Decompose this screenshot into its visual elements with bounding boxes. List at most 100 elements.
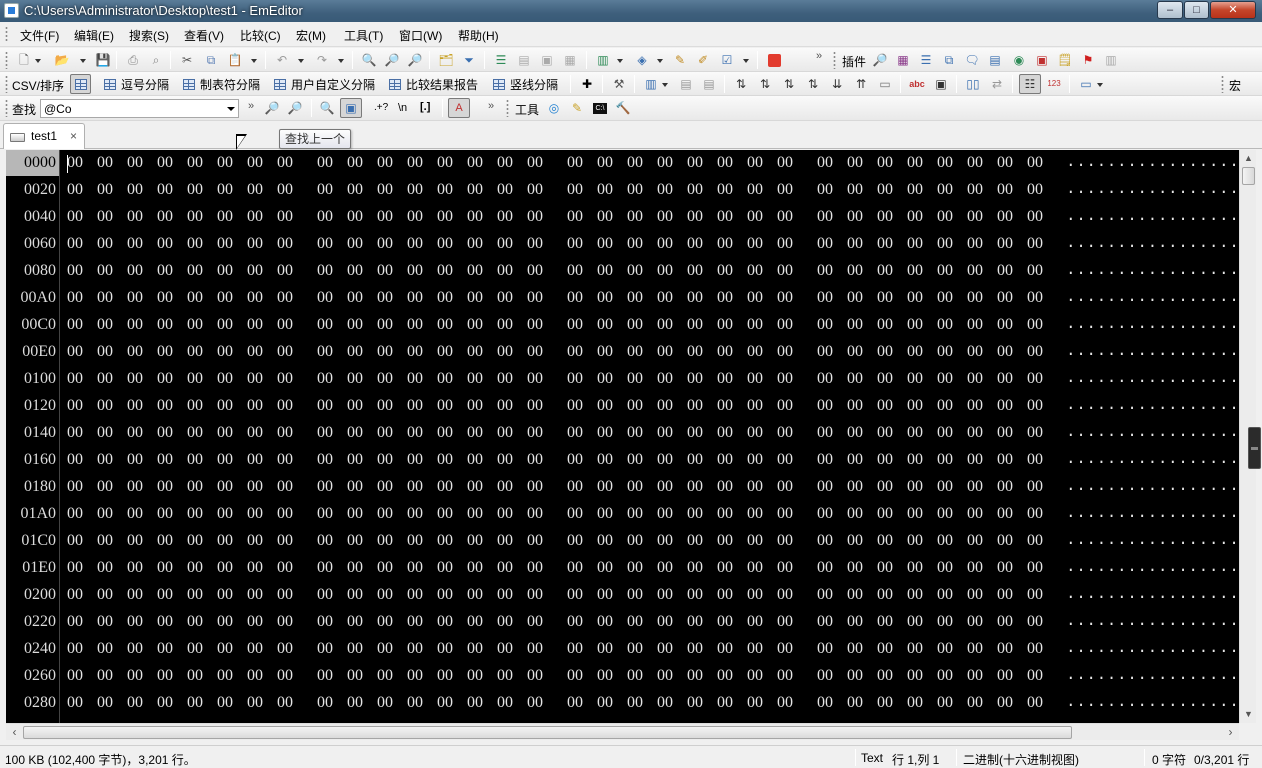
hex-byte[interactable]: 00 (937, 176, 953, 203)
sort-ascending-icon[interactable]: ⇅ (732, 75, 750, 93)
hex-byte[interactable]: 00 (97, 473, 113, 500)
hex-byte[interactable]: 00 (527, 554, 543, 581)
hex-byte[interactable]: 00 (527, 257, 543, 284)
hex-byte[interactable]: 00 (497, 662, 513, 689)
hex-byte[interactable]: 00 (377, 230, 393, 257)
app-icon[interactable] (4, 3, 19, 18)
hex-byte[interactable]: 00 (1027, 311, 1043, 338)
select-all-icon[interactable]: ▥ (594, 51, 612, 69)
hex-byte[interactable]: 00 (597, 230, 613, 257)
sort-numeric-asc-icon[interactable]: ⇅ (780, 75, 798, 93)
hex-byte[interactable]: 00 (247, 446, 263, 473)
hex-byte[interactable]: 00 (277, 554, 293, 581)
hex-byte[interactable]: 00 (657, 257, 673, 284)
hex-byte[interactable]: 00 (187, 257, 203, 284)
ascii-column[interactable]: ................................ (1066, 284, 1239, 311)
hex-byte[interactable]: 00 (347, 527, 363, 554)
hex-byte[interactable]: 00 (437, 608, 453, 635)
hex-byte[interactable]: 00 (597, 554, 613, 581)
menu-file[interactable]: 文件(F) (20, 27, 59, 44)
hex-byte[interactable]: 00 (657, 365, 673, 392)
hex-byte[interactable]: 00 (247, 581, 263, 608)
ascii-column[interactable]: ................................ (1066, 150, 1239, 176)
hex-byte[interactable]: 00 (817, 689, 833, 716)
brackets-toggle[interactable]: [.] (420, 101, 430, 113)
hex-byte[interactable]: 00 (997, 338, 1013, 365)
hex-byte[interactable]: 00 (277, 284, 293, 311)
hex-byte[interactable]: 00 (347, 176, 363, 203)
hex-byte[interactable]: 00 (97, 446, 113, 473)
hex-byte[interactable]: 00 (967, 419, 983, 446)
hex-byte[interactable]: 00 (497, 419, 513, 446)
hex-byte[interactable]: 00 (407, 338, 423, 365)
plugin-clipboard-icon[interactable]: ▤ (986, 51, 1004, 69)
hex-byte[interactable]: 00 (127, 500, 143, 527)
normal-mode-button[interactable] (70, 74, 91, 94)
hex-byte[interactable]: 00 (597, 527, 613, 554)
hex-byte[interactable]: 00 (187, 527, 203, 554)
hex-byte[interactable]: 00 (967, 150, 983, 176)
hex-byte[interactable]: 00 (67, 311, 83, 338)
hex-byte[interactable]: 00 (247, 500, 263, 527)
hex-byte[interactable]: 00 (597, 608, 613, 635)
hex-byte[interactable]: 00 (407, 392, 423, 419)
hex-byte[interactable]: 00 (627, 554, 643, 581)
hex-byte[interactable]: 00 (407, 608, 423, 635)
hex-byte[interactable]: 00 (347, 419, 363, 446)
hex-byte[interactable]: 00 (317, 662, 333, 689)
hex-byte[interactable]: 00 (247, 419, 263, 446)
user-defined-separated-button[interactable]: 用户自定义分隔 (274, 74, 375, 94)
maximize-button[interactable]: □ (1184, 1, 1209, 19)
hex-byte[interactable]: 00 (67, 365, 83, 392)
hex-byte[interactable]: 00 (747, 365, 763, 392)
hex-byte[interactable]: 00 (877, 500, 893, 527)
hex-byte[interactable]: 00 (817, 392, 833, 419)
hex-byte[interactable]: 00 (567, 365, 583, 392)
scroll-left-icon[interactable]: ‹ (6, 724, 23, 741)
hex-byte[interactable]: 00 (157, 500, 173, 527)
hex-byte[interactable]: 00 (967, 446, 983, 473)
hex-byte[interactable]: 00 (187, 608, 203, 635)
wrap-icon[interactable]: ▤ (515, 51, 533, 69)
hex-byte[interactable]: 00 (277, 419, 293, 446)
hex-byte[interactable]: 00 (777, 311, 793, 338)
hex-byte[interactable]: 00 (67, 635, 83, 662)
hex-byte[interactable]: 00 (1027, 257, 1043, 284)
hex-byte[interactable]: 00 (97, 689, 113, 716)
hex-byte[interactable]: 00 (567, 689, 583, 716)
hex-byte[interactable]: 00 (597, 284, 613, 311)
hex-byte[interactable]: 00 (847, 311, 863, 338)
hex-byte[interactable]: 00 (217, 257, 233, 284)
redo-icon[interactable]: ↷ (313, 51, 331, 69)
hex-byte[interactable]: 00 (907, 338, 923, 365)
hex-byte[interactable]: 00 (347, 150, 363, 176)
hex-byte[interactable]: 00 (157, 635, 173, 662)
find-previous-icon[interactable]: 🔎 (406, 51, 424, 69)
ascii-column[interactable]: ................................ (1066, 554, 1239, 581)
hex-byte[interactable]: 00 (997, 365, 1013, 392)
hex-byte[interactable]: 00 (717, 554, 733, 581)
ascii-column[interactable]: ................................ (1066, 527, 1239, 554)
hex-byte[interactable]: 00 (687, 554, 703, 581)
hex-byte[interactable]: 00 (687, 500, 703, 527)
hex-byte[interactable]: 00 (527, 230, 543, 257)
hex-byte[interactable]: 00 (247, 365, 263, 392)
hex-byte[interactable]: 00 (437, 446, 453, 473)
hex-byte[interactable]: 00 (217, 419, 233, 446)
plugin-projects-icon[interactable]: ▦ (894, 51, 912, 69)
hex-byte[interactable]: 00 (907, 419, 923, 446)
hex-byte[interactable]: 00 (67, 284, 83, 311)
hex-byte[interactable]: 00 (527, 500, 543, 527)
hex-byte[interactable]: 00 (717, 635, 733, 662)
hex-byte[interactable]: 00 (747, 554, 763, 581)
hex-byte[interactable]: 00 (247, 689, 263, 716)
hex-byte[interactable]: 00 (317, 446, 333, 473)
hex-byte[interactable]: 00 (67, 527, 83, 554)
hex-byte[interactable]: 00 (937, 365, 953, 392)
hex-byte[interactable]: 00 (437, 473, 453, 500)
hex-byte[interactable]: 00 (157, 689, 173, 716)
hex-byte[interactable]: 00 (127, 150, 143, 176)
hex-byte[interactable]: 00 (67, 473, 83, 500)
hex-byte[interactable]: 00 (567, 176, 583, 203)
minimize-button[interactable]: ‒ (1157, 1, 1183, 19)
